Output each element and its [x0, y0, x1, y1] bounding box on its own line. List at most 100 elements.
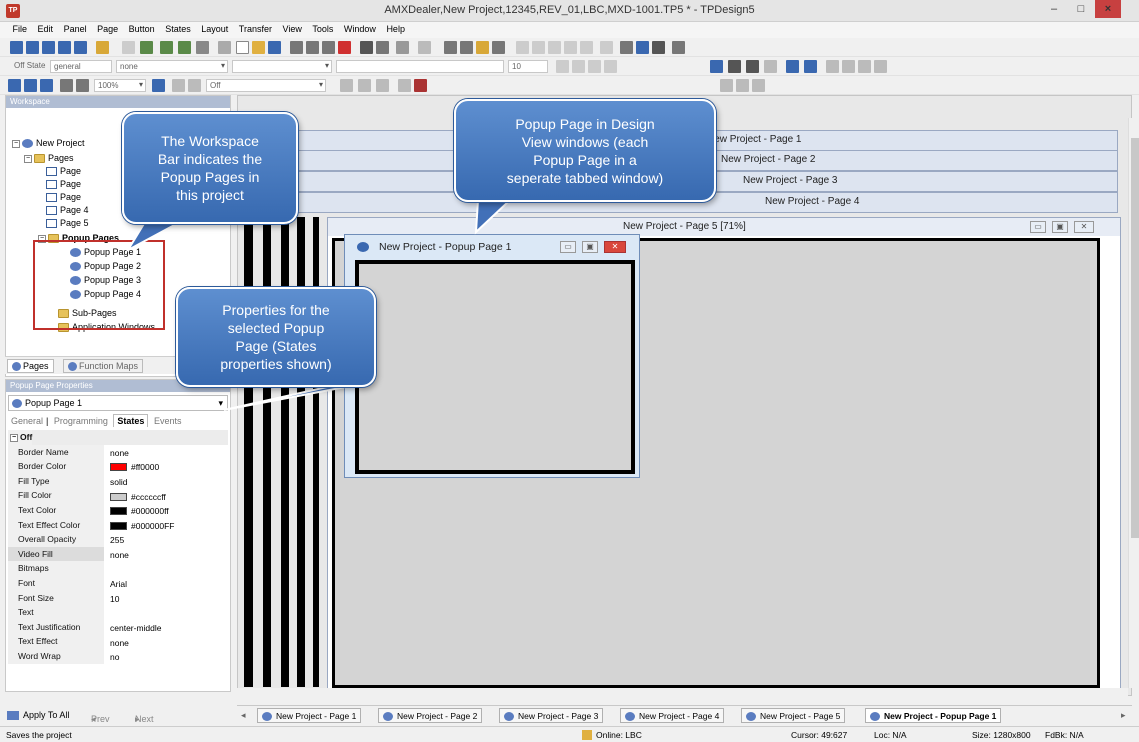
window2-icon[interactable]: [24, 79, 37, 92]
save-icon[interactable]: [268, 41, 281, 54]
order3-icon[interactable]: [752, 79, 765, 92]
grid-toggle-icon[interactable]: [340, 79, 353, 92]
eraser-icon[interactable]: [764, 60, 777, 73]
print-icon[interactable]: [672, 41, 685, 54]
subpage-icon[interactable]: [58, 41, 71, 54]
maximize-button[interactable]: □: [1068, 0, 1094, 18]
property-value[interactable]: #ff0000: [104, 459, 228, 474]
tree-page-4[interactable]: Page 4: [46, 205, 89, 216]
bargraph-tool-icon[interactable]: [804, 60, 817, 73]
property-value[interactable]: #000000ff: [104, 503, 228, 518]
fill-color-icon[interactable]: [604, 60, 617, 73]
distribute-icon[interactable]: [600, 41, 613, 54]
property-row[interactable]: Word Wrap no: [8, 648, 228, 664]
tab-states[interactable]: States: [113, 414, 149, 427]
doc-tab-page-1[interactable]: New Project - Page 1: [257, 708, 362, 723]
minimize-button[interactable]: –: [1041, 0, 1067, 18]
bold-icon[interactable]: [556, 60, 569, 73]
popup-page-1-window[interactable]: New Project - Popup Page 1 ▭ ▣ ✕: [344, 234, 640, 478]
font-size-select[interactable]: 10: [508, 60, 548, 73]
center-icon[interactable]: [398, 79, 411, 92]
tab-pages[interactable]: Pages: [7, 359, 54, 373]
property-value[interactable]: [104, 561, 228, 576]
app-window-icon[interactable]: [74, 41, 87, 54]
collapse-icon[interactable]: −: [12, 139, 20, 148]
close-icon[interactable]: ✕: [604, 241, 626, 253]
build-icon[interactable]: [476, 41, 489, 54]
menu-page[interactable]: Page: [93, 22, 122, 36]
italic-icon[interactable]: [572, 60, 585, 73]
align-right-icon[interactable]: [548, 41, 561, 54]
replace-icon[interactable]: [376, 41, 389, 54]
close-button[interactable]: ×: [1095, 0, 1121, 18]
tree-page-1[interactable]: Page: [46, 166, 81, 177]
font-style-select[interactable]: ▾: [232, 60, 332, 73]
restore-icon[interactable]: ▣: [582, 241, 598, 253]
state-next-icon[interactable]: [188, 79, 201, 92]
menu-states[interactable]: States: [161, 22, 195, 36]
pointer-icon[interactable]: [728, 60, 741, 73]
doc-tab-page-4[interactable]: New Project - Page 4: [620, 708, 725, 723]
menu-tools[interactable]: Tools: [308, 22, 337, 36]
property-value[interactable]: no: [104, 649, 228, 664]
tab-general[interactable]: General: [8, 415, 46, 427]
property-value[interactable]: 255: [104, 532, 228, 547]
preview-icon[interactable]: [492, 41, 505, 54]
tree-page-5[interactable]: Page 5: [46, 218, 89, 229]
property-value[interactable]: 10: [104, 591, 228, 606]
layer2-icon[interactable]: [842, 60, 855, 73]
receive-icon[interactable]: [178, 41, 191, 54]
menu-window[interactable]: Window: [340, 22, 380, 36]
scroll-right-icon[interactable]: ▸: [1121, 710, 1126, 721]
scroll-thumb[interactable]: [1131, 138, 1139, 538]
popup-page-1-canvas[interactable]: [355, 260, 635, 474]
property-value[interactable]: #000000FF: [104, 518, 228, 533]
open-icon[interactable]: [252, 41, 265, 54]
property-value[interactable]: center-middle: [104, 620, 228, 635]
page-props-icon[interactable]: [444, 41, 457, 54]
apply-to-all-button[interactable]: Apply To All: [23, 710, 69, 720]
property-value[interactable]: none: [104, 634, 228, 649]
state-select[interactable]: general: [50, 60, 112, 73]
tree-page-3[interactable]: Page: [46, 192, 81, 203]
undo-icon[interactable]: [396, 41, 409, 54]
horizontal-scrollbar[interactable]: [237, 688, 1128, 700]
zoom-in-icon[interactable]: [60, 79, 73, 92]
wand-icon[interactable]: [122, 41, 135, 54]
panel-props-icon[interactable]: [460, 41, 473, 54]
pen-icon[interactable]: [746, 60, 759, 73]
button-tool-icon[interactable]: [786, 60, 799, 73]
menu-transfer[interactable]: Transfer: [235, 22, 276, 36]
close-icon[interactable]: ✕: [1074, 221, 1094, 233]
zoom-out-icon[interactable]: [76, 79, 89, 92]
text-input[interactable]: [336, 60, 504, 73]
property-row[interactable]: Fill Type solid: [8, 473, 228, 489]
state-prev-icon[interactable]: [172, 79, 185, 92]
window3-icon[interactable]: [40, 79, 53, 92]
font-select[interactable]: none ▾: [116, 60, 228, 73]
color-icon[interactable]: [414, 79, 427, 92]
minimize-icon[interactable]: ▭: [1030, 221, 1046, 233]
menu-view[interactable]: View: [279, 22, 306, 36]
properties-object-select[interactable]: Popup Page 1 ▾: [8, 395, 228, 411]
state-icon[interactable]: [152, 79, 165, 92]
tree-root[interactable]: − New Project: [12, 138, 85, 149]
property-row[interactable]: Text: [8, 605, 228, 620]
guide-icon[interactable]: [376, 79, 389, 92]
image-icon[interactable]: [652, 41, 665, 54]
arrow-icon[interactable]: [710, 60, 723, 73]
cut-icon[interactable]: [290, 41, 303, 54]
collapse-icon[interactable]: −: [24, 154, 32, 163]
property-row[interactable]: Border Name none: [8, 444, 228, 460]
layer-icon[interactable]: [826, 60, 839, 73]
new-file-icon[interactable]: [236, 41, 249, 54]
grid-icon[interactable]: [218, 41, 231, 54]
align-center-icon[interactable]: [532, 41, 545, 54]
popup-icon[interactable]: [42, 41, 55, 54]
property-row[interactable]: Border Color #ff0000: [8, 459, 228, 474]
property-row[interactable]: Font Arial: [8, 575, 228, 591]
globe-icon[interactable]: [636, 41, 649, 54]
doc-tab-page-3[interactable]: New Project - Page 3: [499, 708, 604, 723]
copy-icon[interactable]: [306, 41, 319, 54]
align-middle-icon[interactable]: [580, 41, 593, 54]
